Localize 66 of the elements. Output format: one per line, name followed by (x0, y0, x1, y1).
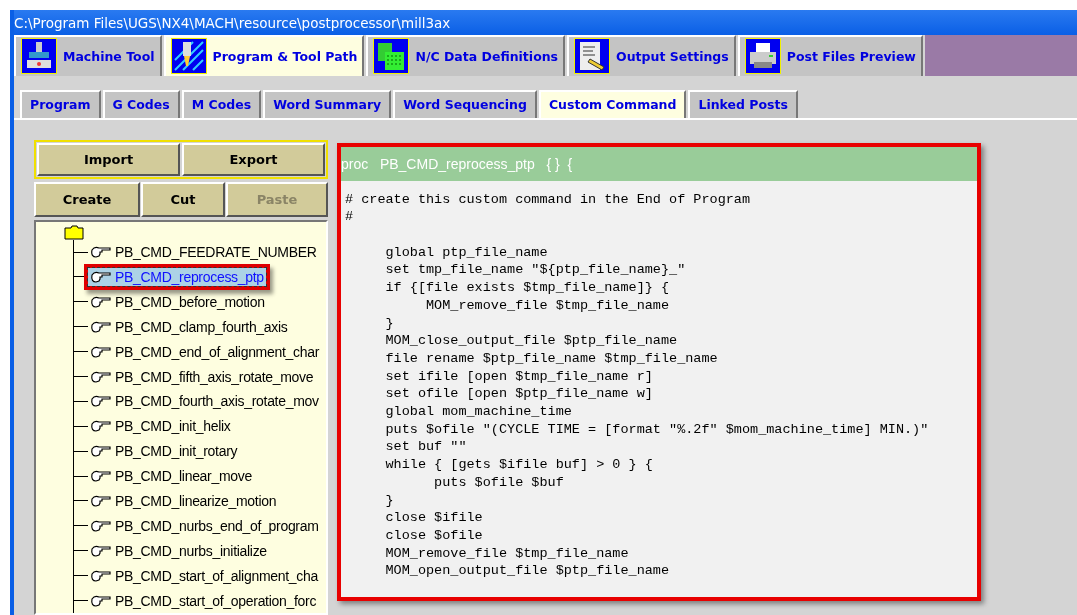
code-line: close $ofile (384, 527, 483, 545)
sub-tab[interactable]: G Codes (102, 89, 180, 118)
code-comment: # create this custom command in the End of Program (345, 190, 751, 209)
code-line: close $ifile (384, 509, 483, 527)
tree-item[interactable]: PB_CMD_nurbs_initialize (88, 541, 269, 560)
code-line: set ofile [open $ptp_file_name w] (384, 385, 653, 404)
code-editor[interactable] (337, 142, 981, 601)
tree-item[interactable]: PB_CMD_nurbs_end_of_program (88, 516, 321, 535)
code-line: MOM_close_output_file $ptp_file_name (384, 332, 678, 350)
main-tab[interactable]: Program & Tool Path (163, 35, 365, 76)
action-button[interactable]: Export (182, 142, 325, 176)
code-line: set ifile [open $tmp_file_name r] (384, 367, 653, 386)
tree-item[interactable]: PB_CMD_clamp_fourth_axis (88, 317, 290, 336)
main-tab[interactable]: Output Settings (567, 35, 736, 76)
tree-item[interactable]: PB_CMD_init_rotary (88, 442, 240, 461)
pointing-hand-icon (90, 443, 112, 460)
tree-item[interactable]: PB_CMD_fourth_axis_rotate_mov (88, 392, 321, 411)
pointing-hand-icon (90, 468, 112, 485)
mill-cutter-icon (170, 38, 207, 75)
code-line: if {[file exists $tmp_file_name]} { (384, 279, 670, 297)
code-line: } (384, 491, 394, 510)
action-button[interactable]: Create (34, 181, 140, 217)
printer-icon (744, 38, 781, 75)
tree-item[interactable]: PB_CMD_start_of_operation_forc (88, 591, 319, 610)
machine-icon (21, 38, 57, 75)
sub-tab[interactable]: Custom Command (538, 89, 687, 118)
pencil-page-icon (574, 38, 611, 75)
tree-item[interactable]: PB_CMD_init_helix (88, 417, 233, 436)
code-line: MOM_remove_file $tmp_file_name (425, 296, 670, 315)
pointing-hand-icon (90, 418, 112, 435)
pointing-hand-icon (90, 493, 112, 509)
pointing-hand-icon (90, 393, 112, 410)
tree-item[interactable]: PB_CMD_FEEDRATE_NUMBER (88, 243, 319, 262)
code-line: global mom_machine_time (384, 403, 572, 421)
action-button[interactable]: Cut (141, 181, 225, 217)
action-button[interactable]: Import (37, 142, 180, 176)
main-tab[interactable]: Post Files Preview (737, 35, 923, 76)
code-line: set tmp_file_name "${ptp_file_name}_" (384, 261, 686, 280)
code-line: MOM_open_output_file $ptp_file_name (384, 562, 670, 581)
tree-item[interactable]: PB_CMD_linearize_motion (88, 492, 279, 510)
code-line: MOM_remove_file $tmp_file_name (384, 544, 629, 563)
folder-icon[interactable] (64, 223, 84, 240)
code-line: global ptp_file_name (384, 243, 548, 262)
proc-signature: proc PB_CMD_reprocess_ptp { } { (341, 155, 573, 172)
code-comment: # (345, 208, 354, 227)
tree-item[interactable]: PB_CMD_fifth_axis_rotate_move (88, 367, 316, 386)
sub-tab[interactable]: Word Summary (263, 89, 392, 118)
code-line: } (384, 314, 394, 333)
tree-item[interactable]: PB_CMD_before_motion (88, 292, 267, 311)
code-line: set buf "" (384, 438, 467, 457)
code-line: file rename $ptp_file_name $tmp_file_name (384, 349, 718, 368)
main-tab[interactable]: N/C Data Definitions (366, 35, 566, 76)
tree-item[interactable]: PB_CMD_end_of_alignment_char (88, 342, 322, 361)
window-title: C:\Program Files\UGS\NX4\MACH\resource\postprocessor\mill3ax (14, 14, 451, 31)
code-line: puts $ofile "(CYCLE TIME = [format "%.2f" $mom_machine_time] MIN.)" (384, 420, 929, 439)
tree-item[interactable]: PB_CMD_linear_move (88, 467, 254, 486)
sub-tab[interactable]: Linked Posts (688, 89, 798, 118)
main-tab[interactable]: Machine Tool (14, 35, 162, 76)
code-line: puts $ofile $buf (433, 473, 564, 492)
sub-tab[interactable]: Program (20, 89, 101, 118)
sub-tab[interactable]: Word Sequencing (393, 89, 537, 118)
pointing-hand-icon (90, 244, 112, 261)
tree-item[interactable]: PB_CMD_start_of_alignment_cha (88, 566, 320, 585)
code-line: while { [gets $ifile buf] > 0 } { (384, 456, 653, 474)
sub-tab[interactable]: M Codes (181, 89, 262, 118)
data-sheets-icon (373, 38, 410, 75)
